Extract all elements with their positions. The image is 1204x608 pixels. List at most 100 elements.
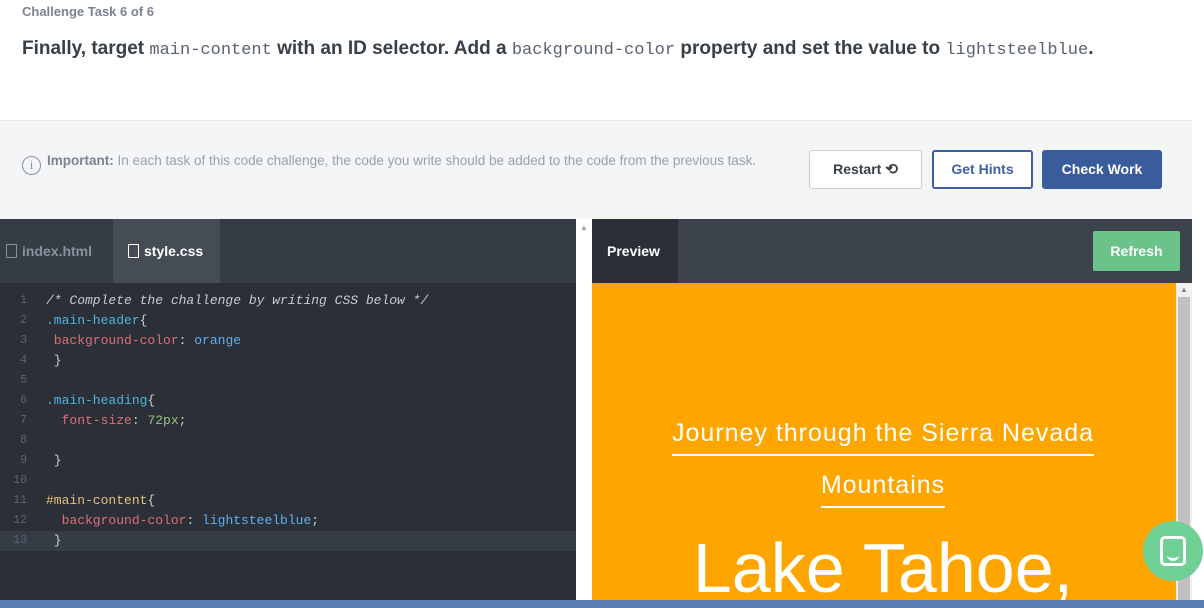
code-token: #main-content: [46, 493, 148, 508]
line-number: 6: [20, 394, 27, 407]
code-token: /* Complete the challenge by writing CSS…: [46, 293, 429, 308]
line-content: background-color: lightsteelblue;: [46, 511, 319, 531]
code-token: :: [178, 333, 195, 348]
line-number: 1: [20, 294, 27, 307]
line-number: 2: [20, 314, 27, 327]
refresh-button[interactable]: Refresh: [1093, 231, 1180, 271]
scroll-up-icon[interactable]: ▲: [580, 223, 588, 232]
code-token: background-color: [46, 333, 179, 348]
code-token: .main-heading: [46, 393, 148, 408]
code-line[interactable]: 6 .main-heading{: [0, 391, 576, 411]
important-note: i Important: In each task of this code ch…: [22, 148, 792, 175]
chat-button[interactable]: [1143, 521, 1203, 581]
line-content: .main-heading{: [46, 391, 155, 411]
preview-subheading-line-1: Journey through the Sierra Nevada: [671, 419, 1095, 456]
code-token: :: [186, 513, 203, 528]
code-token: background-color: [46, 513, 187, 528]
code-line[interactable]: 8: [0, 431, 576, 451]
task-text-2: with an ID selector. Add a: [271, 38, 512, 59]
line-number: 10: [13, 474, 27, 487]
code-token: .main-header: [46, 313, 140, 328]
preview-frame: Journey through the Sierra Nevada Mountai…: [592, 283, 1176, 608]
line-content: }: [46, 531, 62, 551]
task-text-4: .: [1088, 38, 1094, 59]
file-icon: [6, 244, 17, 258]
line-content: }: [46, 451, 62, 471]
task-instructions: Finally, target main-content with an ID …: [22, 33, 1142, 67]
get-hints-button[interactable]: Get Hints: [932, 150, 1033, 189]
code-token: 72px: [147, 413, 179, 428]
tab-index-html[interactable]: index.html: [0, 219, 113, 283]
code-area[interactable]: 1 /* Complete the challenge by writing CS…: [0, 291, 576, 551]
code-line[interactable]: 12 background-color: lightsteelblue;: [0, 511, 576, 531]
preview-subheading-line-2: Mountains: [820, 471, 946, 508]
tab-preview[interactable]: Preview: [592, 219, 678, 283]
code-line[interactable]: 1 /* Complete the challenge by writing CS…: [0, 291, 576, 311]
line-number: 3: [20, 334, 27, 347]
line-content: /* Complete the challenge by writing CSS…: [46, 291, 428, 311]
code-line[interactable]: 2 .main-header{: [0, 311, 576, 331]
code-token: :: [131, 413, 148, 428]
line-content: #main-content{: [46, 491, 155, 511]
tab-style-label: style.css: [144, 243, 204, 259]
code-token: ;: [178, 413, 187, 428]
task-text-3: property and set the value to: [675, 38, 946, 59]
code-token: {: [147, 393, 156, 408]
line-number: 13: [13, 534, 27, 547]
code-token: orange: [194, 333, 242, 348]
important-label: Important:: [47, 153, 114, 168]
task-progress-label: Challenge Task 6 of 6: [22, 4, 154, 19]
code-token: }: [46, 453, 62, 468]
code-line[interactable]: 3 background-color: orange: [0, 331, 576, 351]
editor-scrollbar[interactable]: ▲: [576, 219, 592, 608]
taskbar: [0, 600, 1204, 608]
line-number: 8: [20, 434, 27, 447]
code-token: font-size: [46, 413, 132, 428]
task-text-1: Finally, target: [22, 38, 150, 59]
line-number: 11: [13, 494, 27, 507]
code-token: }: [46, 533, 62, 548]
line-content: .main-header{: [46, 311, 147, 331]
preview-pane: Preview Refresh Journey through the Sier…: [592, 219, 1204, 608]
code-line[interactable]: 7 font-size: 72px;: [0, 411, 576, 431]
editor-tabs: index.html style.css: [0, 219, 576, 283]
restart-icon: ⟲: [885, 161, 898, 178]
important-text: In each task of this code challenge, the…: [113, 153, 757, 168]
chat-icon: [1160, 536, 1186, 566]
line-number: 7: [20, 414, 27, 427]
line-content: }: [46, 351, 62, 371]
tab-index-label: index.html: [22, 243, 93, 259]
code-line[interactable]: 5: [0, 371, 576, 391]
line-number: 5: [20, 374, 27, 387]
code-line[interactable]: 9 }: [0, 451, 576, 471]
line-content: font-size: 72px;: [46, 411, 187, 431]
code-token: ;: [311, 513, 320, 528]
preview-subheading: Journey through the Sierra Nevada Mountai…: [592, 407, 1174, 511]
scroll-up-icon[interactable]: ▲: [1180, 285, 1188, 294]
line-content: background-color: orange: [46, 331, 241, 351]
task-header: Challenge Task 6 of 6 Finally, target ma…: [0, 0, 1192, 120]
task-code-2: background-color: [511, 41, 676, 60]
task-code-3: lightsteelblue: [945, 41, 1089, 60]
code-line[interactable]: 4 }: [0, 351, 576, 371]
line-number: 4: [20, 354, 27, 367]
code-token: {: [139, 313, 148, 328]
file-icon: [128, 244, 139, 258]
code-token: lightsteelblue: [202, 513, 312, 528]
code-line[interactable]: 13 }: [0, 531, 576, 551]
code-editor: index.html style.css 1 /* Complete the ch…: [0, 219, 576, 608]
preview-header: Preview Refresh: [592, 219, 1192, 283]
check-work-button[interactable]: Check Work: [1042, 150, 1162, 189]
restart-button[interactable]: Restart ⟲: [809, 150, 922, 189]
line-number: 12: [13, 514, 27, 527]
task-code-1: main-content: [149, 41, 272, 60]
code-line[interactable]: 10: [0, 471, 576, 491]
important-bar: i Important: In each task of this code ch…: [0, 120, 1192, 219]
info-icon: i: [22, 156, 41, 175]
preview-heading: Lake Tahoe,: [692, 529, 1074, 607]
code-line[interactable]: 11 #main-content{: [0, 491, 576, 511]
line-number: 9: [20, 454, 27, 467]
tab-style-css[interactable]: style.css: [113, 219, 220, 283]
restart-label: Restart: [833, 161, 882, 177]
code-token: }: [46, 353, 62, 368]
